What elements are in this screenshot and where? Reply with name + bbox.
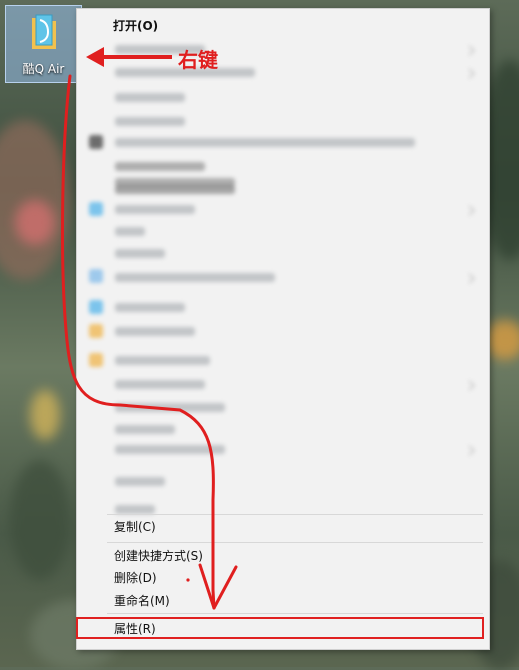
- red-dot: [186, 578, 190, 582]
- arrow-head-left-icon: [86, 47, 104, 67]
- guide-line-to-properties: [61, 74, 216, 610]
- annotation-overlay: [61, 47, 238, 610]
- annotation-right-click-label: 右键: [178, 48, 218, 72]
- arrow-head-down-icon: [198, 563, 238, 610]
